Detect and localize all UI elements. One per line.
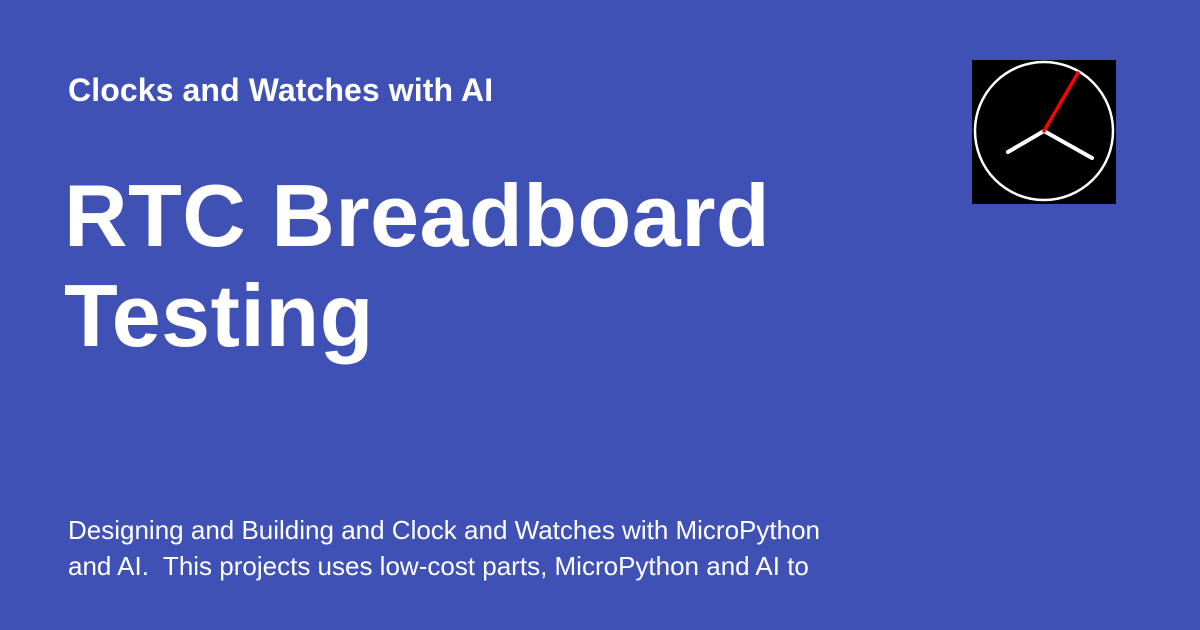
second-hand [1042, 71, 1080, 133]
clock-logo [972, 60, 1116, 204]
hour-hand [1006, 129, 1046, 154]
analog-clock-icon [973, 60, 1115, 202]
page-title-line-2: Testing [64, 266, 374, 365]
page-description: Designing and Building and Clock and Wat… [68, 515, 820, 581]
page-title: RTC Breadboard Testing [64, 166, 884, 366]
page-title-line-1: RTC Breadboard [64, 166, 771, 265]
social-card: Clocks and Watches with AI RTC Breadboar… [0, 0, 1200, 630]
site-name: Clocks and Watches with AI [68, 72, 494, 108]
minute-hand [1042, 129, 1094, 160]
